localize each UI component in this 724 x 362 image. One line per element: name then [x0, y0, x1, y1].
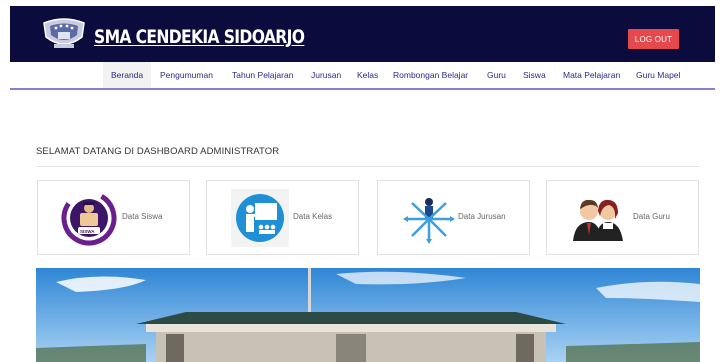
divider: [36, 166, 700, 167]
main-nav: Beranda Pengumuman Tahun Pelajaran Jurus…: [10, 62, 715, 90]
nav-item-beranda[interactable]: Beranda: [103, 62, 151, 88]
card-label: Data Jurusan: [458, 212, 506, 221]
nav-item-mata-pelajaran[interactable]: Mata Pelajaran: [563, 62, 620, 88]
card-data-kelas[interactable]: Data Kelas: [206, 180, 359, 255]
card-label: Data Siswa: [122, 212, 163, 221]
teachers-icon: [573, 199, 623, 241]
card-label: Data Guru: [633, 212, 670, 221]
site-title: SMA CENDEKIA SIDOARJO: [94, 26, 305, 48]
nav-item-pengumuman[interactable]: Pengumuman: [160, 62, 213, 88]
welcome-heading: SELAMAT DATANG DI DASHBOARD ADMINISTRATO…: [36, 146, 280, 157]
card-data-guru[interactable]: Data Guru: [546, 180, 699, 255]
card-data-jurusan[interactable]: Data Jurusan: [377, 180, 530, 255]
logout-button[interactable]: LOG OUT: [628, 29, 679, 49]
siswa-badge-text: SISWA: [80, 229, 95, 234]
school-logo-icon: [43, 18, 85, 48]
nav-item-guru[interactable]: Guru: [487, 62, 506, 88]
card-label: Data Kelas: [293, 212, 333, 221]
card-data-siswa[interactable]: SISWA Data Siswa: [37, 180, 190, 255]
header: SMA CENDEKIA SIDOARJO LOG OUT: [0, 0, 724, 64]
nav-item-tahun-pelajaran[interactable]: Tahun Pelajaran: [232, 62, 293, 88]
directions-icon: [403, 198, 455, 244]
nav-item-siswa[interactable]: Siswa: [523, 62, 546, 88]
nav-item-jurusan[interactable]: Jurusan: [311, 62, 341, 88]
teacher-board-icon: [231, 189, 289, 247]
nav-item-rombongan-belajar[interactable]: Rombongan Belajar: [393, 62, 468, 88]
nav-item-kelas[interactable]: Kelas: [357, 62, 378, 88]
school-building-photo: [36, 268, 700, 362]
nav-item-guru-mapel[interactable]: Guru Mapel: [636, 62, 680, 88]
student-icon: [61, 190, 117, 246]
